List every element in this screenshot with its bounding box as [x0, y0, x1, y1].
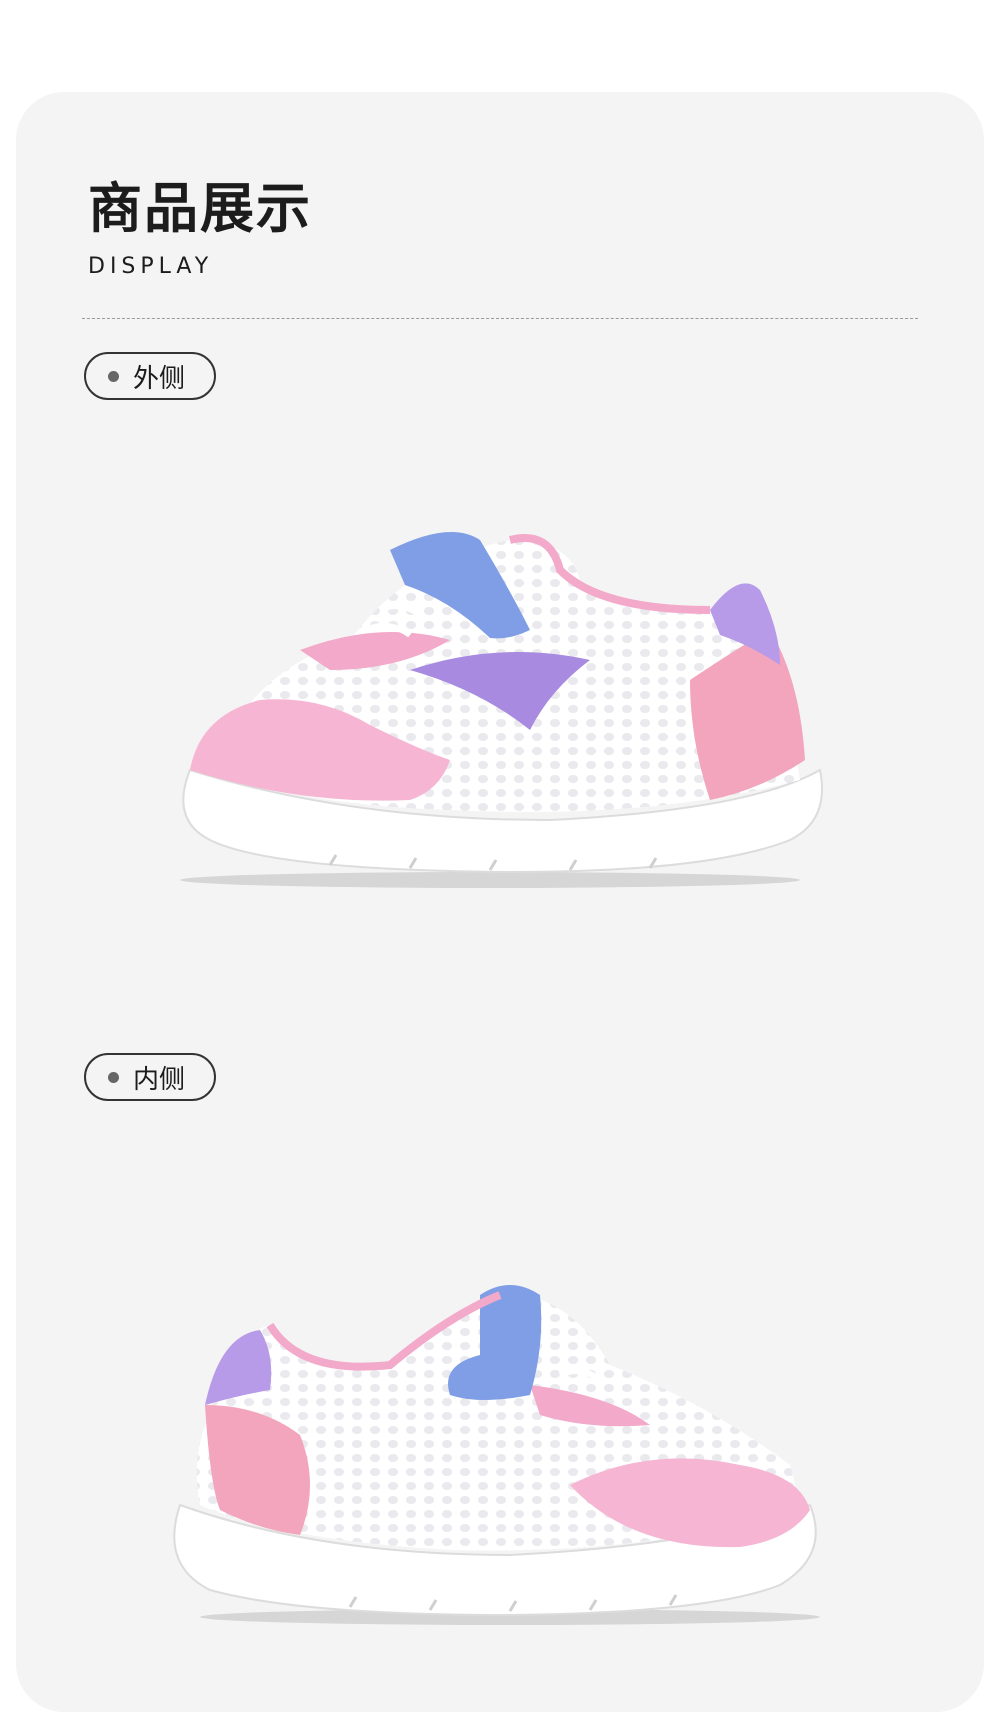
view-tag-inner: 内侧 [84, 1053, 216, 1101]
shoe-inner-side-image [173, 1285, 820, 1625]
view-tag-outer: 外侧 [84, 352, 216, 400]
view-tag-label: 内侧 [133, 1064, 186, 1095]
view-tag-label: 外侧 [133, 363, 186, 394]
section-title: 商品展示 [88, 177, 312, 240]
dashed-divider [82, 318, 918, 319]
bullet-dot-icon [108, 370, 119, 382]
bullet-dot-icon [108, 1071, 119, 1083]
shoe-outer-side-image [180, 532, 823, 888]
section-subtitle: DISPLAY [88, 254, 214, 279]
